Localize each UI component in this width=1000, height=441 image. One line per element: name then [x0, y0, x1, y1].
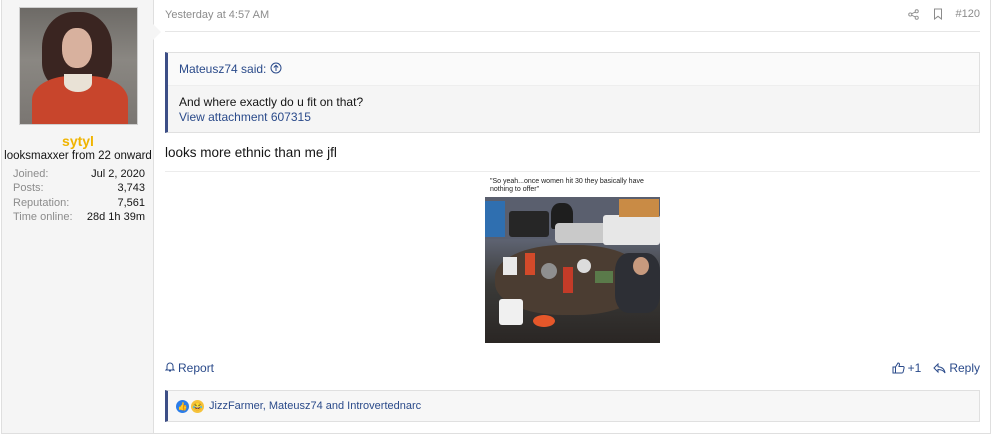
- stat-label: Posts:: [13, 182, 44, 195]
- bookmark-icon[interactable]: [932, 7, 944, 21]
- post-timestamp[interactable]: Yesterday at 4:57 AM: [165, 9, 269, 21]
- quote-block: Mateusz74 said: And where exactly do u f…: [165, 52, 980, 133]
- forum-post: sytyl looksmaxxer from 22 onward Joined:…: [1, 0, 991, 434]
- reply-button[interactable]: Reply: [933, 361, 980, 375]
- stat-posts: Posts: 3,743: [13, 181, 145, 195]
- reply-icon: [933, 362, 946, 374]
- like-label: +1: [907, 361, 922, 375]
- reactions-list[interactable]: JizzFarmer, Mateusz74 and Introvertednar…: [209, 400, 421, 412]
- post-number[interactable]: #120: [956, 8, 980, 20]
- report-button[interactable]: Report: [164, 361, 215, 375]
- stat-joined: Joined: Jul 2, 2020: [13, 167, 145, 181]
- like-reaction-icon: 👍: [176, 399, 189, 413]
- post-footer: Report +1 Reply: [164, 361, 980, 377]
- stat-value: 3,743: [117, 182, 145, 195]
- stat-value: Jul 2, 2020: [91, 168, 145, 180]
- post-actions: +1 Reply: [892, 361, 980, 375]
- user-title: looksmaxxer from 22 onward: [4, 150, 152, 162]
- thumbs-up-icon: [892, 362, 905, 374]
- quote-author[interactable]: Mateusz74 said:: [179, 62, 266, 76]
- stat-label: Joined:: [13, 168, 49, 180]
- report-label: Report: [178, 361, 215, 375]
- avatar[interactable]: [19, 7, 138, 125]
- image-photo: [485, 197, 660, 343]
- stat-value: 28d 1h 39m: [86, 210, 145, 223]
- reply-label: Reply: [949, 361, 980, 375]
- laugh-reaction-icon: 😂: [191, 399, 204, 413]
- stat-label: Reputation:: [13, 196, 70, 209]
- share-icon[interactable]: [908, 7, 920, 21]
- user-sidebar: sytyl looksmaxxer from 22 onward Joined:…: [2, 0, 161, 433]
- view-attachment-link[interactable]: View attachment 607315: [179, 110, 968, 125]
- post-header: Yesterday at 4:57 AM #120: [165, 0, 980, 32]
- like-button[interactable]: +1: [892, 361, 922, 375]
- reactions-bar[interactable]: 👍 😂 JizzFarmer, Mateusz74 and Introverte…: [165, 390, 980, 422]
- quote-text: And where exactly do u fit on that?: [179, 95, 364, 109]
- arrow-up-circle-icon[interactable]: [270, 62, 282, 77]
- bell-icon: [164, 361, 176, 375]
- attached-image[interactable]: "So yeah...once women hit 30 they basica…: [485, 176, 660, 343]
- post-main: Yesterday at 4:57 AM #120 Mateusz74 said…: [164, 0, 980, 433]
- post-header-actions: #120: [908, 7, 980, 21]
- stat-time-online: Time online: 28d 1h 39m: [13, 210, 145, 224]
- divider: [165, 171, 980, 172]
- quote-header[interactable]: Mateusz74 said:: [168, 53, 979, 86]
- message-text: looks more ethnic than me jfl: [165, 145, 337, 160]
- stat-reputation: Reputation: 7,561: [13, 196, 145, 210]
- username[interactable]: sytyl: [2, 133, 154, 149]
- user-stats: Joined: Jul 2, 2020 Posts: 3,743 Reputat…: [13, 167, 145, 224]
- stat-value: 7,561: [117, 196, 145, 209]
- stat-label: Time online:: [13, 210, 73, 223]
- image-caption: "So yeah...once women hit 30 they basica…: [490, 178, 644, 193]
- quote-body: And where exactly do u fit on that? View…: [168, 86, 979, 134]
